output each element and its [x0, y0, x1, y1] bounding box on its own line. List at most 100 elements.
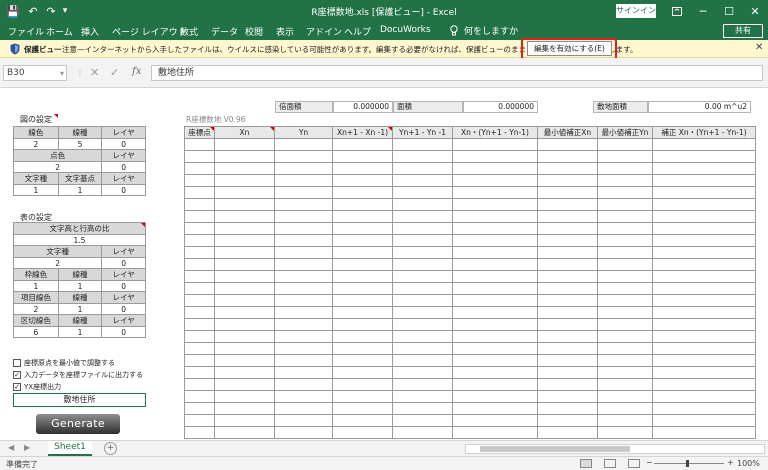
grid-cell[interactable]: [274, 282, 333, 295]
grid-cell[interactable]: [214, 294, 275, 307]
grid-cell[interactable]: [392, 210, 453, 223]
grid-cell[interactable]: [597, 150, 653, 163]
grid-cell[interactable]: [392, 174, 453, 187]
grid-cell[interactable]: [332, 294, 393, 307]
tab-file[interactable]: ファイル: [8, 25, 44, 38]
column-header[interactable]: 補正 Xn・(Yn+1 - Yn-1): [652, 126, 756, 139]
grid-cell[interactable]: [392, 426, 453, 439]
grid-cell[interactable]: [597, 294, 653, 307]
grid-cell[interactable]: [184, 318, 215, 331]
grid-cell[interactable]: [332, 414, 393, 427]
grid-cell[interactable]: [184, 198, 215, 211]
grid-cell[interactable]: [537, 186, 598, 199]
grid-cell[interactable]: [537, 174, 598, 187]
grid-cell[interactable]: [214, 174, 275, 187]
grid-cell[interactable]: [332, 222, 393, 235]
grid-cell[interactable]: [392, 330, 453, 343]
grid-cell[interactable]: [652, 426, 756, 439]
grid-cell[interactable]: [392, 402, 453, 415]
table-cell[interactable]: 文字高と行高の比: [13, 222, 146, 235]
grid-cell[interactable]: [597, 270, 653, 283]
grid-cell[interactable]: [652, 366, 756, 379]
zoom-slider[interactable]: [654, 463, 724, 464]
zoom-in-icon[interactable]: +: [727, 458, 734, 467]
name-box-dropdown-icon[interactable]: ▾: [60, 69, 64, 78]
grid-cell[interactable]: [392, 378, 453, 391]
grid-cell[interactable]: [184, 270, 215, 283]
grid-cell[interactable]: [452, 306, 538, 319]
grid-cell[interactable]: [652, 270, 756, 283]
table-cell[interactable]: レイヤ: [101, 291, 146, 304]
grid-cell[interactable]: [332, 210, 393, 223]
table-cell[interactable]: 枠線色: [13, 268, 59, 281]
grid-cell[interactable]: [392, 138, 453, 151]
grid-cell[interactable]: [452, 282, 538, 295]
horizontal-scrollbar[interactable]: [465, 444, 765, 454]
grid-cell[interactable]: [332, 270, 393, 283]
grid-cell[interactable]: [184, 246, 215, 259]
tell-me-search[interactable]: 何をしますか: [450, 24, 518, 37]
option-output-input-data[interactable]: ✓ 入力データを座標ファイルに出力する: [13, 369, 146, 381]
grid-cell[interactable]: [652, 354, 756, 367]
grid-cell[interactable]: [452, 174, 538, 187]
grid-cell[interactable]: [184, 174, 215, 187]
grid-cell[interactable]: [214, 390, 275, 403]
normal-view-icon[interactable]: [580, 459, 592, 468]
grid-cell[interactable]: [597, 138, 653, 151]
grid-cell[interactable]: [537, 138, 598, 151]
column-header[interactable]: 最小値補正Xn: [537, 126, 598, 139]
grid-cell[interactable]: [597, 342, 653, 355]
table-cell[interactable]: 線種: [57, 126, 103, 139]
grid-cell[interactable]: [184, 234, 215, 247]
grid-cell[interactable]: [652, 414, 756, 427]
grid-cell[interactable]: [537, 294, 598, 307]
grid-cell[interactable]: [652, 246, 756, 259]
page-layout-view-icon[interactable]: [604, 459, 616, 468]
grid-cell[interactable]: [537, 162, 598, 175]
grid-cell[interactable]: [537, 426, 598, 439]
grid-cell[interactable]: [537, 366, 598, 379]
grid-cell[interactable]: [214, 378, 275, 391]
tab-addins[interactable]: アドイン: [306, 25, 342, 38]
grid-cell[interactable]: [392, 294, 453, 307]
grid-cell[interactable]: [652, 294, 756, 307]
table-cell[interactable]: 2: [13, 138, 59, 150]
grid-cell[interactable]: [332, 342, 393, 355]
grid-cell[interactable]: [392, 354, 453, 367]
grid-cell[interactable]: [597, 414, 653, 427]
table-cell[interactable]: レイヤ: [101, 149, 146, 162]
grid-cell[interactable]: [214, 150, 275, 163]
grid-cell[interactable]: [332, 162, 393, 175]
grid-cell[interactable]: [392, 162, 453, 175]
tab-formulas[interactable]: 数式: [180, 25, 198, 38]
grid-cell[interactable]: [332, 366, 393, 379]
grid-cell[interactable]: [652, 306, 756, 319]
grid-cell[interactable]: [652, 330, 756, 343]
site-address-cell[interactable]: 敷地住所: [13, 393, 146, 407]
grid-cell[interactable]: [392, 282, 453, 295]
grid-cell[interactable]: [597, 198, 653, 211]
grid-cell[interactable]: [537, 354, 598, 367]
grid-cell[interactable]: [452, 150, 538, 163]
grid-cell[interactable]: [652, 258, 756, 271]
grid-cell[interactable]: [214, 246, 275, 259]
table-cell[interactable]: 0: [101, 161, 146, 173]
grid-cell[interactable]: [652, 222, 756, 235]
grid-cell[interactable]: [392, 246, 453, 259]
grid-cell[interactable]: [214, 198, 275, 211]
grid-cell[interactable]: [274, 186, 333, 199]
grid-cell[interactable]: [214, 222, 275, 235]
grid-cell[interactable]: [332, 186, 393, 199]
grid-cell[interactable]: [452, 258, 538, 271]
grid-cell[interactable]: [332, 318, 393, 331]
grid-cell[interactable]: [652, 162, 756, 175]
grid-cell[interactable]: [597, 318, 653, 331]
grid-cell[interactable]: [452, 210, 538, 223]
grid-cell[interactable]: [214, 162, 275, 175]
grid-cell[interactable]: [537, 414, 598, 427]
grid-cell[interactable]: [652, 198, 756, 211]
grid-cell[interactable]: [537, 198, 598, 211]
grid-cell[interactable]: [652, 186, 756, 199]
grid-cell[interactable]: [392, 186, 453, 199]
grid-cell[interactable]: [452, 354, 538, 367]
